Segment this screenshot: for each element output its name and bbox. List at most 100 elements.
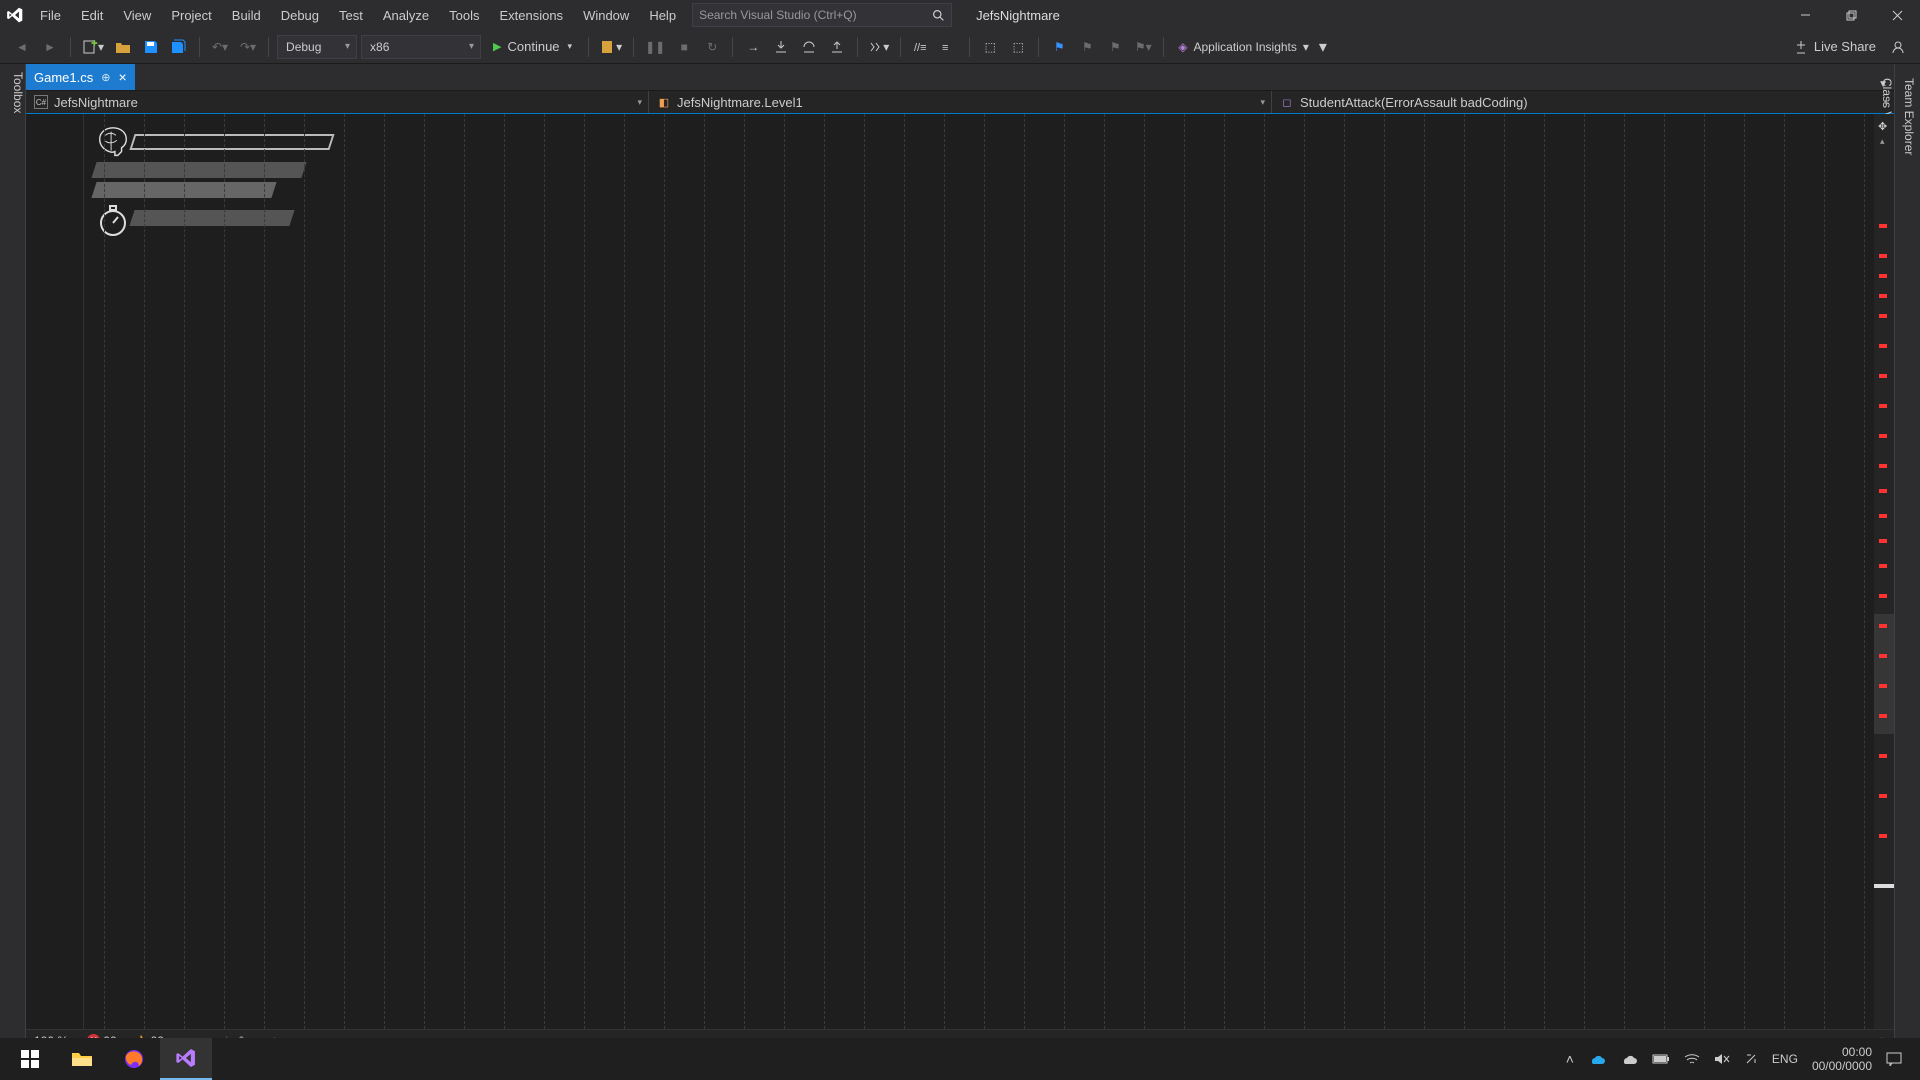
error-marker[interactable]	[1879, 274, 1887, 278]
vertical-scrollbar[interactable]: ✥ ▴	[1874, 114, 1894, 1029]
next-bookmark-button[interactable]: ⚑	[1103, 35, 1127, 59]
tray-overflow-icon[interactable]: ˄	[1566, 1051, 1574, 1067]
toggle-ww-button[interactable]: ⬚	[1006, 35, 1030, 59]
error-marker[interactable]	[1879, 794, 1887, 798]
redo-button[interactable]: ↷▾	[236, 35, 260, 59]
tray-language-indicator[interactable]: ENG	[1772, 1052, 1798, 1066]
error-marker[interactable]	[1879, 834, 1887, 838]
error-marker[interactable]	[1879, 254, 1887, 258]
application-insights-button[interactable]: ◈ Application Insights ▾	[1172, 35, 1315, 59]
undo-button[interactable]: ↶▾	[208, 35, 232, 59]
step-into-button[interactable]	[769, 35, 793, 59]
editor-canvas[interactable]	[84, 114, 1874, 1029]
save-all-button[interactable]	[167, 35, 191, 59]
window-close-button[interactable]	[1874, 0, 1920, 30]
nav-forward-button[interactable]: ►	[38, 35, 62, 59]
solution-config-dropdown[interactable]: Debug	[277, 35, 357, 59]
open-file-button[interactable]	[111, 35, 135, 59]
tray-battery-icon[interactable]	[1652, 1053, 1670, 1065]
stop-debug-button[interactable]: ■	[672, 35, 696, 59]
error-marker[interactable]	[1879, 374, 1887, 378]
clear-bookmarks-button[interactable]: ⚑▾	[1131, 35, 1155, 59]
prev-bookmark-button[interactable]: ⚑	[1075, 35, 1099, 59]
taskbar-visual-studio[interactable]	[160, 1038, 212, 1080]
tray-clock[interactable]: 00:00 00/00/0000	[1812, 1045, 1872, 1073]
window-restore-button[interactable]	[1828, 0, 1874, 30]
error-marker[interactable]	[1879, 224, 1887, 228]
save-button[interactable]	[139, 35, 163, 59]
scroll-up-icon[interactable]: ▴	[1880, 136, 1885, 147]
account-button[interactable]	[1886, 35, 1910, 59]
split-editor-icon[interactable]: ✥	[1878, 120, 1887, 133]
menu-build[interactable]: Build	[222, 0, 271, 30]
live-share-button[interactable]: Live Share	[1794, 39, 1876, 54]
error-marker[interactable]	[1879, 314, 1887, 318]
intellitrace-button[interactable]: ▾	[866, 35, 892, 59]
svg-text://≡: //≡	[914, 42, 927, 54]
nav-back-button[interactable]: ◄	[10, 35, 34, 59]
window-minimize-button[interactable]	[1782, 0, 1828, 30]
menu-window[interactable]: Window	[573, 0, 639, 30]
quick-launch-search[interactable]: Search Visual Studio (Ctrl+Q)	[692, 3, 952, 27]
editor-gutter	[26, 114, 84, 1029]
start-button[interactable]	[4, 1038, 56, 1080]
toggle-ws-button[interactable]: ⬚	[978, 35, 1002, 59]
menu-debug[interactable]: Debug	[271, 0, 329, 30]
comment-out-button[interactable]: //≡	[909, 35, 933, 59]
toolbox-collapsed-tab[interactable]: Toolbox	[0, 64, 26, 1051]
error-marker[interactable]	[1879, 564, 1887, 568]
menu-project[interactable]: Project	[161, 0, 221, 30]
tray-connect-icon[interactable]	[1744, 1052, 1758, 1066]
break-all-button[interactable]: ❚❚	[642, 35, 668, 59]
show-next-statement-button[interactable]: →	[741, 35, 765, 59]
close-tab-icon[interactable]: ×	[118, 69, 126, 85]
taskbar-file-explorer[interactable]	[56, 1038, 108, 1080]
class-navigator[interactable]: ◧ JefsNightmare.Level1	[649, 91, 1272, 113]
error-marker[interactable]	[1879, 464, 1887, 468]
team-explorer-collapsed-tab[interactable]: Team Explorer	[1898, 72, 1920, 1043]
error-marker[interactable]	[1879, 434, 1887, 438]
error-marker[interactable]	[1879, 624, 1887, 628]
bookmark-button[interactable]: ⚑	[1047, 35, 1071, 59]
step-over-button[interactable]	[797, 35, 821, 59]
solution-platform-value: x86	[370, 40, 389, 54]
tray-wifi-icon[interactable]	[1684, 1053, 1700, 1065]
error-marker[interactable]	[1879, 404, 1887, 408]
error-marker[interactable]	[1879, 294, 1887, 298]
tray-action-center-icon[interactable]	[1886, 1052, 1902, 1066]
uncomment-button[interactable]: ≡	[937, 35, 961, 59]
menu-test[interactable]: Test	[329, 0, 373, 30]
error-marker[interactable]	[1879, 539, 1887, 543]
continue-debug-button[interactable]: ▶ Continue	[485, 35, 580, 59]
menu-view[interactable]: View	[113, 0, 161, 30]
brain-icon	[94, 124, 132, 162]
member-navigator[interactable]: ◻ StudentAttack(ErrorAssault badCoding)	[1272, 91, 1894, 113]
find-in-files-button[interactable]: ▾	[597, 35, 625, 59]
tray-cloud-icon[interactable]	[1620, 1053, 1638, 1065]
indent-guide	[664, 114, 665, 1029]
step-out-button[interactable]	[825, 35, 849, 59]
taskbar-firefox[interactable]	[108, 1038, 160, 1080]
new-item-button[interactable]: ✚▾	[79, 35, 107, 59]
error-marker[interactable]	[1879, 594, 1887, 598]
pin-tab-icon[interactable]: ⊕	[101, 71, 110, 84]
menu-edit[interactable]: Edit	[71, 0, 113, 30]
restart-debug-button[interactable]: ↻	[700, 35, 724, 59]
menu-extensions[interactable]: Extensions	[489, 0, 573, 30]
solution-platform-dropdown[interactable]: x86	[361, 35, 481, 59]
error-marker[interactable]	[1879, 714, 1887, 718]
error-marker[interactable]	[1879, 754, 1887, 758]
menu-file[interactable]: File	[30, 0, 71, 30]
error-marker[interactable]	[1879, 514, 1887, 518]
tray-volume-muted-icon[interactable]	[1714, 1052, 1730, 1066]
namespace-navigator[interactable]: C# JefsNightmare	[26, 91, 649, 113]
menu-help[interactable]: Help	[639, 0, 686, 30]
editor-tab-active[interactable]: Game1.cs ⊕ ×	[26, 64, 135, 90]
error-marker[interactable]	[1879, 344, 1887, 348]
error-marker[interactable]	[1879, 684, 1887, 688]
error-marker[interactable]	[1879, 489, 1887, 493]
menu-tools[interactable]: Tools	[439, 0, 489, 30]
menu-analyze[interactable]: Analyze	[373, 0, 439, 30]
error-marker[interactable]	[1879, 654, 1887, 658]
tray-onedrive-icon[interactable]	[1588, 1053, 1606, 1065]
